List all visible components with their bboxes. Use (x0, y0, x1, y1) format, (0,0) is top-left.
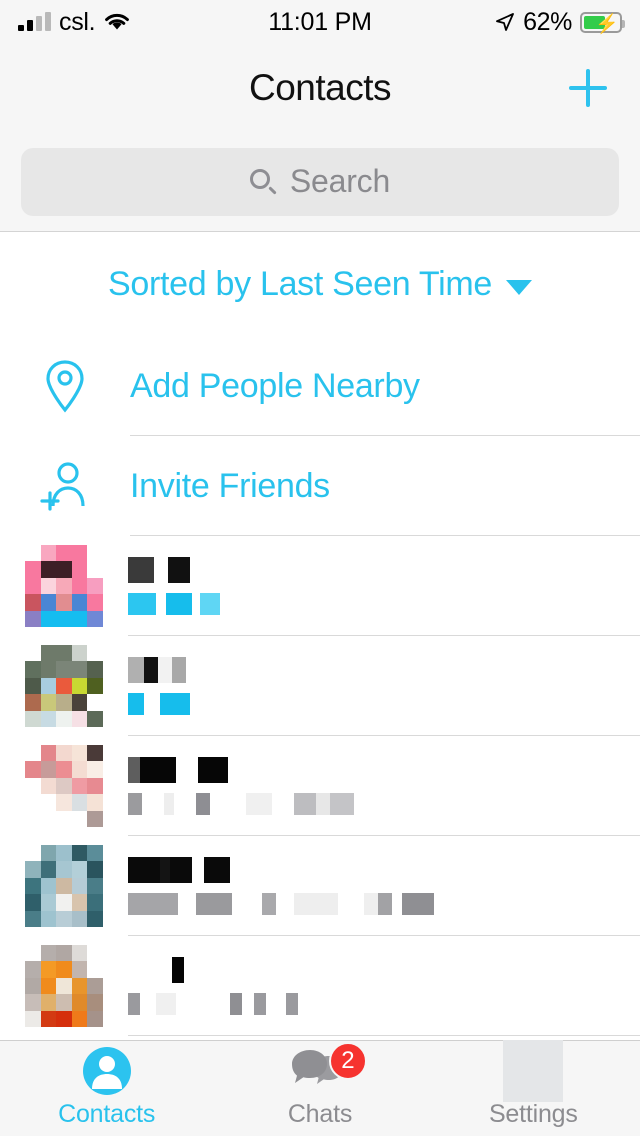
add-people-nearby-row[interactable]: Add People Nearby (0, 336, 640, 436)
status-bar-left: csl. (18, 8, 131, 37)
contact-text (128, 957, 640, 1015)
plus-icon-vertical (586, 69, 590, 107)
tab-settings-label: Settings (488, 1100, 578, 1128)
contact-status (128, 993, 620, 1015)
search-placeholder: Search (289, 163, 391, 199)
charging-bolt-icon: ⚡ (595, 13, 619, 35)
invite-friends-label: Invite Friends (130, 466, 330, 505)
tab-contacts[interactable]: Contacts (0, 1041, 213, 1136)
avatar-pixelated (25, 645, 103, 727)
contact-row[interactable] (0, 836, 640, 936)
contact-text (128, 857, 640, 915)
avatar (0, 645, 128, 727)
person-icon (81, 1047, 133, 1095)
page-title: Contacts (248, 67, 392, 108)
invite-friends-row[interactable]: Invite Friends (0, 436, 640, 536)
avatar (0, 545, 128, 627)
avatar-pixelated (25, 545, 103, 627)
add-person-icon (0, 456, 130, 516)
contact-status (128, 593, 620, 615)
avatar-pixelated (25, 745, 103, 827)
contact-status (128, 793, 620, 815)
contact-status (128, 693, 620, 715)
tab-chats[interactable]: 2 Chats (213, 1041, 426, 1136)
avatar-pixelated (25, 945, 103, 1027)
search-icon (249, 168, 277, 195)
tab-settings[interactable]: Settings (427, 1040, 640, 1136)
chats-unread-badge: 2 (328, 1042, 367, 1080)
avatar (0, 845, 128, 927)
contact-name (128, 757, 620, 783)
sort-selector[interactable]: Sorted by Last Seen Time (0, 232, 640, 336)
tab-chats-label: Chats (287, 1100, 353, 1128)
contact-text (128, 757, 640, 815)
avatar (0, 945, 128, 1027)
tab-contacts-label: Contacts (58, 1100, 156, 1128)
app-screen: csl. 11:01 PM 62% ⚡ Contacts Search Sort… (0, 0, 640, 1136)
search-container: Search (0, 132, 640, 232)
contact-name (128, 657, 620, 683)
carrier-label: csl. (59, 7, 96, 36)
cellular-signal-icon (18, 12, 51, 31)
search-input[interactable]: Search (21, 147, 619, 216)
add-contact-button[interactable] (564, 64, 612, 112)
contact-text (128, 657, 640, 715)
avatar-pixelated (25, 845, 103, 927)
status-bar: csl. 11:01 PM 62% ⚡ (0, 0, 640, 44)
tab-bar: Contacts 2 Chats Settings (0, 1040, 640, 1136)
battery-charging-icon: ⚡ (580, 11, 625, 35)
nav-bar: Contacts (0, 44, 640, 132)
contact-row[interactable] (0, 936, 640, 1036)
location-arrow-icon (495, 12, 515, 32)
gear-icon-redacted (503, 1040, 564, 1102)
wifi-icon (103, 12, 131, 32)
contact-row[interactable] (0, 536, 640, 636)
contact-name (128, 857, 620, 883)
contact-name (128, 557, 620, 583)
contact-text (128, 557, 640, 615)
sort-label: Sorted by Last Seen Time (107, 264, 493, 303)
chevron-down-icon (506, 279, 533, 295)
chat-bubbles-icon: 2 (291, 1042, 367, 1094)
battery-percent-label: 62% (523, 7, 572, 36)
contact-status (128, 893, 620, 915)
contact-row[interactable] (0, 636, 640, 736)
contact-list (0, 536, 640, 1036)
map-pin-icon (0, 356, 130, 416)
contact-row[interactable] (0, 736, 640, 836)
contact-name (128, 957, 620, 983)
avatar (0, 745, 128, 827)
row-separator (128, 1035, 640, 1036)
add-people-nearby-label: Add People Nearby (130, 366, 420, 405)
status-bar-right: 62% ⚡ (495, 7, 625, 37)
